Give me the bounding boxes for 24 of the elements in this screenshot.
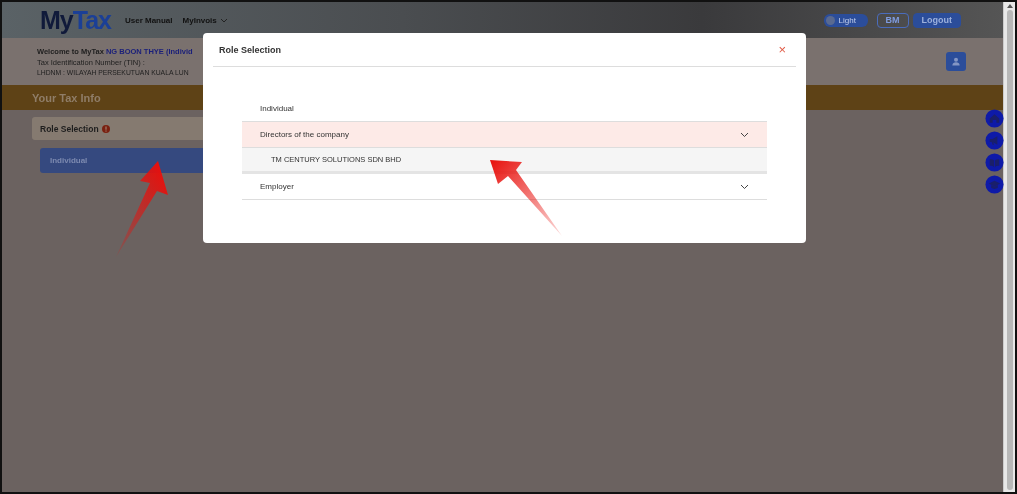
chevron-icon — [740, 183, 749, 190]
user-button[interactable] — [946, 52, 966, 71]
language-button[interactable]: BM — [876, 12, 909, 28]
home-icon[interactable] — [985, 109, 1004, 128]
theme-toggle[interactable]: Light — [823, 13, 868, 27]
book-icon[interactable] — [985, 153, 1004, 172]
role-option[interactable]: Directors of the company — [242, 122, 767, 148]
user-icon — [952, 56, 960, 67]
chevron-icon — [740, 131, 749, 138]
nav-link[interactable]: MyInvois — [182, 15, 228, 25]
option-label: Employer — [260, 182, 294, 191]
option-label: Directors of the company — [260, 130, 349, 139]
logout-button[interactable]: Logout — [912, 12, 961, 28]
info-icon — [101, 124, 110, 133]
megaphone-icon[interactable] — [985, 131, 1004, 150]
section-title: Your Tax Info — [32, 91, 101, 104]
logo[interactable]: MyTax — [40, 5, 111, 35]
dialog-title: Role Selection — [219, 44, 281, 55]
close-button[interactable]: × — [774, 42, 790, 57]
option-label: Individual — [260, 104, 294, 113]
panel-title: Role Selection — [40, 123, 99, 134]
nav-link[interactable]: User Manual — [124, 15, 173, 25]
graduation-cap-icon[interactable] — [985, 175, 1004, 194]
scrollbar[interactable] — [1003, 2, 1015, 492]
